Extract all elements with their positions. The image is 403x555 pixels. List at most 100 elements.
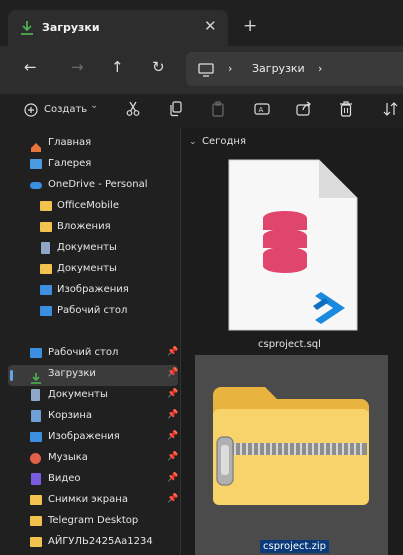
zip-folder-icon (207, 379, 375, 513)
folder-icon (40, 222, 52, 232)
rename-icon[interactable]: A (254, 101, 270, 121)
command-bar: Создать ⌄ A (0, 94, 403, 129)
sidebar-item-recycle-bin[interactable]: Корзина 📌 (0, 407, 180, 428)
pin-icon: 📌 (167, 410, 179, 420)
cloud-icon (30, 182, 42, 189)
up-button[interactable]: ↑ (111, 58, 124, 76)
sidebar-item-documents[interactable]: Документы 📌 (0, 386, 180, 407)
sidebar-item-documents-onedrive[interactable]: Документы (0, 239, 180, 260)
sidebar-item-screenshots[interactable]: Снимки экрана 📌 (0, 491, 180, 512)
file-name-rename-field[interactable]: csproject.zip (260, 540, 329, 553)
pin-icon: 📌 (167, 473, 179, 483)
navigation-bar: ← → ↑ ↻ › Загрузки › (0, 46, 403, 94)
folder-icon (30, 516, 42, 526)
sidebar-item-label: Изображения (48, 431, 120, 442)
selection-indicator (10, 370, 13, 381)
sidebar-item-desktop[interactable]: Рабочий стол 📌 (0, 344, 180, 365)
pictures-icon (30, 432, 42, 442)
sidebar-item-label: Рабочий стол (48, 347, 119, 358)
back-button[interactable]: ← (24, 58, 37, 76)
folder-icon (30, 537, 42, 547)
folder-icon (40, 201, 52, 211)
recycle-bin-icon (31, 410, 41, 422)
sidebar-item-pictures-onedrive[interactable]: Изображения (0, 281, 180, 302)
sidebar-item-label: Telegram Desktop (48, 515, 139, 526)
sidebar-item-pictures[interactable]: Изображения 📌 (0, 428, 180, 449)
sidebar-item-aigul-folder[interactable]: АЙГУЛЬ2425Аа1234 (0, 533, 180, 554)
sidebar-item-label: Главная (48, 137, 92, 148)
music-icon (30, 453, 41, 464)
navigation-pane: Главная Галерея OneDrive - Personal Offi… (0, 128, 181, 555)
sidebar-item-label: Снимки экрана (48, 494, 128, 505)
pin-icon: 📌 (167, 494, 179, 504)
title-bar: Загрузки ✕ + (0, 0, 403, 46)
gallery-icon (30, 159, 42, 169)
document-icon (31, 389, 40, 401)
refresh-button[interactable]: ↻ (152, 58, 165, 76)
sidebar-item-label: OfficeMobile (57, 200, 119, 211)
download-icon (20, 20, 34, 40)
sidebar-item-label: Музыка (48, 452, 88, 463)
pin-icon: 📌 (167, 368, 179, 378)
sidebar-item-label: АЙГУЛЬ2425Аа1234 (48, 536, 153, 547)
file-item-zip-selected[interactable]: csproject.zip (195, 355, 388, 555)
sidebar-item-telegram-desktop[interactable]: Telegram Desktop (0, 512, 180, 533)
folder-icon (30, 495, 42, 505)
computer-icon (198, 62, 214, 81)
sidebar-item-attachments[interactable]: Вложения (0, 218, 180, 239)
sidebar-item-label: Документы (57, 242, 117, 253)
forward-button[interactable]: → (71, 58, 84, 76)
add-icon[interactable] (24, 103, 38, 121)
sidebar-item-label: Загрузки (48, 368, 96, 379)
breadcrumb-downloads[interactable]: Загрузки (252, 62, 305, 75)
sort-icon[interactable] (383, 101, 399, 121)
video-icon (31, 473, 41, 485)
tab-downloads[interactable]: Загрузки ✕ (8, 10, 228, 46)
sidebar-item-documents-folder[interactable]: Документы (0, 260, 180, 281)
pin-icon: 📌 (167, 389, 179, 399)
document-icon (41, 242, 50, 254)
svg-text:A: A (259, 106, 264, 114)
file-list: ⌄ Сегодня csproject.sql csproject.zip (181, 128, 403, 555)
copy-icon[interactable] (169, 101, 183, 121)
sidebar-item-label: Изображения (57, 284, 129, 295)
new-tab-button[interactable]: + (243, 16, 257, 36)
sidebar-item-video[interactable]: Видео 📌 (0, 470, 180, 491)
sidebar-item-label: Вложения (57, 221, 111, 232)
pin-icon: 📌 (167, 452, 179, 462)
home-icon (30, 138, 42, 152)
tab-close-button[interactable]: ✕ (204, 17, 217, 35)
tab-title: Загрузки (42, 21, 100, 34)
sidebar-item-label: OneDrive - Personal (48, 179, 148, 190)
download-icon (30, 369, 42, 384)
paste-icon[interactable] (211, 101, 225, 121)
sidebar-item-label: Галерея (48, 158, 92, 169)
address-bar[interactable]: › Загрузки › (186, 52, 403, 86)
file-name: csproject.sql (258, 339, 321, 350)
sidebar-item-label: Документы (48, 389, 108, 400)
cut-icon[interactable] (126, 101, 140, 121)
sidebar-item-label: Рабочий стол (57, 305, 128, 316)
folder-icon (40, 264, 52, 274)
sidebar-item-label: Документы (57, 263, 117, 274)
sidebar-item-music[interactable]: Музыка 📌 (0, 449, 180, 470)
sidebar-item-downloads[interactable]: Загрузки 📌 (8, 365, 178, 386)
sidebar-item-officemobile[interactable]: OfficeMobile (0, 197, 180, 218)
sidebar-item-label: Видео (48, 473, 81, 484)
desktop-icon (30, 348, 42, 358)
breadcrumb-separator[interactable]: › (318, 62, 322, 75)
pin-icon: 📌 (167, 431, 179, 441)
sidebar-item-home[interactable]: Главная (0, 134, 180, 155)
pictures-icon (40, 285, 52, 295)
sidebar-item-onedrive[interactable]: OneDrive - Personal (0, 176, 180, 197)
sidebar-item-label: Корзина (48, 410, 93, 421)
sidebar-item-gallery[interactable]: Галерея (0, 155, 180, 176)
sidebar-item-desktop-onedrive[interactable]: Рабочий стол (0, 302, 180, 323)
file-item-sql[interactable]: csproject.sql (181, 128, 403, 354)
breadcrumb-separator: › (228, 62, 233, 75)
chevron-down-icon[interactable]: ⌄ (90, 100, 98, 111)
create-button[interactable]: Создать (44, 104, 87, 115)
pin-icon: 📌 (167, 347, 179, 357)
delete-icon[interactable] (339, 101, 353, 121)
share-icon[interactable] (296, 101, 312, 121)
